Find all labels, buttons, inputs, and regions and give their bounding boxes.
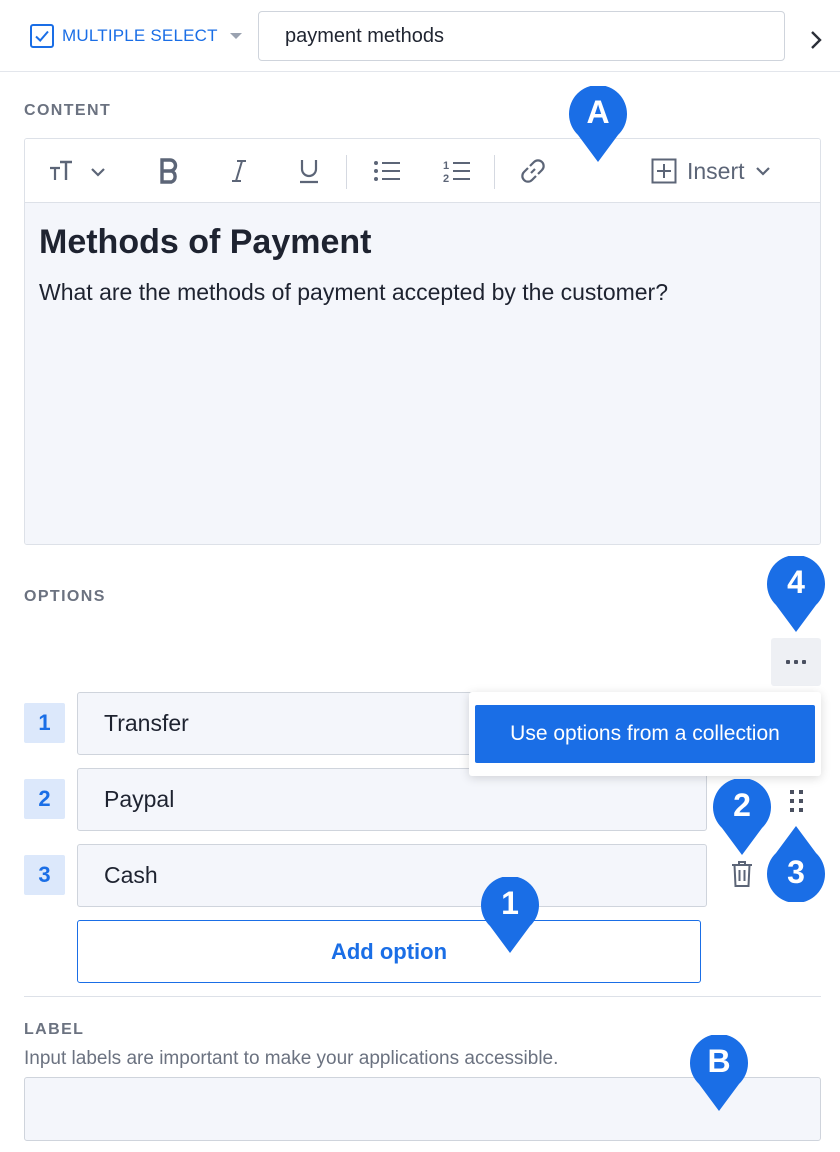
link-icon	[521, 159, 545, 183]
numbered-list-icon: 1 2	[443, 160, 470, 184]
underline-icon	[300, 160, 318, 184]
callout-marker-2: 2	[713, 779, 771, 855]
callout-marker-a: A	[569, 86, 627, 162]
toolbar-divider	[346, 155, 347, 189]
editor-content-area[interactable]: Methods of Payment What are the methods …	[25, 203, 820, 544]
top-bar: MULTIPLE SELECT	[0, 0, 840, 72]
option-number: 1	[24, 703, 65, 743]
content-heading: Methods of Payment	[39, 223, 372, 261]
svg-text:1: 1	[443, 160, 449, 172]
bold-icon	[160, 158, 178, 184]
callout-label: 1	[501, 885, 519, 921]
rich-text-editor: 1 2 Insert Methods of Payment What are t…	[24, 138, 821, 545]
options-section-label: OPTIONS	[24, 588, 106, 605]
insert-button[interactable]: Insert	[651, 139, 771, 203]
option-input[interactable]	[77, 844, 707, 907]
numbered-list-button[interactable]: 1 2	[439, 139, 475, 203]
callout-label: 3	[787, 854, 805, 890]
underline-button[interactable]	[293, 139, 325, 203]
chevron-down-icon	[755, 167, 770, 176]
label-section-label: LABEL	[24, 1021, 85, 1038]
bullet-list-button[interactable]	[369, 139, 405, 203]
text-size-icon	[50, 160, 105, 180]
callout-label: A	[586, 94, 610, 130]
insert-label: Insert	[687, 157, 745, 184]
more-horizontal-icon	[802, 660, 806, 664]
drag-handle-icon[interactable]	[789, 789, 805, 813]
section-divider	[24, 996, 821, 997]
label-help-text: Input labels are important to make your …	[24, 1048, 559, 1069]
add-option-button[interactable]: Add option	[77, 920, 701, 983]
editor-toolbar: 1 2 Insert	[25, 139, 820, 203]
callout-marker-1: 1	[481, 877, 539, 953]
options-menu-popover: Use options from a collection	[469, 692, 821, 776]
callout-marker-b: B	[690, 1035, 748, 1111]
option-number: 3	[24, 855, 65, 895]
trash-icon[interactable]	[731, 860, 753, 888]
use-collection-options-button[interactable]: Use options from a collection	[475, 705, 815, 763]
link-button[interactable]	[515, 139, 551, 203]
component-name-input[interactable]	[258, 11, 785, 61]
option-number: 2	[24, 779, 65, 819]
plus-square-icon	[651, 158, 677, 184]
caret-down-icon	[229, 33, 242, 39]
content-paragraph: What are the methods of payment accepted…	[39, 279, 669, 305]
more-horizontal-icon	[794, 660, 798, 664]
svg-text:2: 2	[443, 173, 449, 184]
option-input[interactable]	[77, 768, 707, 831]
more-horizontal-icon	[786, 660, 790, 664]
italic-button[interactable]	[223, 139, 255, 203]
component-type-label: MULTIPLE SELECT	[62, 26, 218, 45]
content-section-label: CONTENT	[24, 102, 112, 119]
text-size-button[interactable]	[47, 139, 109, 203]
checkbox-checked-icon	[30, 24, 54, 48]
callout-marker-4: 4	[767, 556, 825, 632]
component-type-select[interactable]: MULTIPLE SELECT	[30, 24, 242, 48]
callout-label: 2	[733, 787, 751, 823]
italic-icon	[232, 160, 246, 182]
bold-button[interactable]	[153, 139, 185, 203]
callout-label: B	[707, 1043, 731, 1079]
options-more-button[interactable]	[771, 638, 821, 686]
callout-label: 4	[787, 564, 805, 600]
toolbar-divider	[494, 155, 495, 189]
callout-marker-3: 3	[767, 826, 825, 902]
chevron-right-icon[interactable]	[808, 30, 824, 50]
bullet-list-icon	[374, 161, 400, 181]
